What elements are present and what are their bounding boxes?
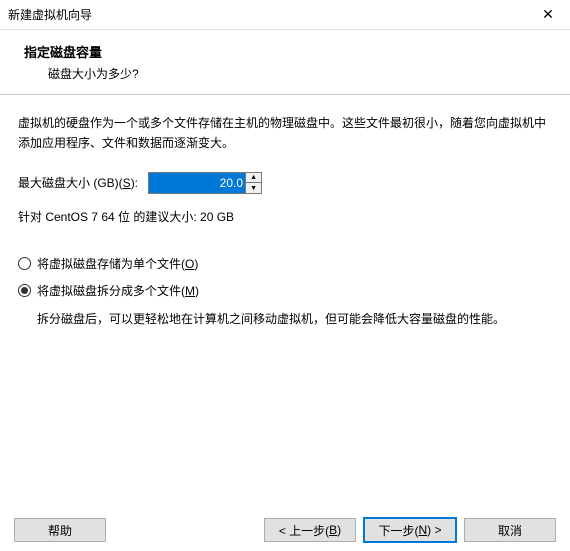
close-icon: ✕ (542, 6, 554, 23)
back-button[interactable]: < 上一步(B) (264, 518, 356, 542)
spinner-down-button[interactable]: ▼ (246, 183, 261, 193)
option-split-files[interactable]: 将虚拟磁盘拆分成多个文件(M) (18, 282, 552, 299)
disk-size-spinner[interactable]: 20.0 ▲ ▼ (148, 172, 262, 194)
disk-size-label: 最大磁盘大小 (GB)(S): (18, 174, 138, 191)
page-subtitle: 磁盘大小为多少? (48, 65, 546, 82)
disk-size-input[interactable]: 20.0 (149, 173, 245, 193)
content-area: 虚拟机的硬盘作为一个或多个文件存储在主机的物理磁盘中。这些文件最初很小，随着您向… (0, 95, 570, 341)
close-button[interactable]: ✕ (526, 0, 570, 30)
recommendation-text: 针对 CentOS 7 64 位 的建议大小: 20 GB (18, 208, 552, 225)
description-text: 虚拟机的硬盘作为一个或多个文件存储在主机的物理磁盘中。这些文件最初很小，随着您向… (18, 113, 552, 154)
wizard-header: 指定磁盘容量 磁盘大小为多少? (0, 30, 570, 95)
titlebar: 新建虚拟机向导 ✕ (0, 0, 570, 30)
next-button[interactable]: 下一步(N) > (364, 518, 456, 542)
button-bar: 帮助 < 上一步(B) 下一步(N) > 取消 (0, 509, 570, 551)
cancel-button[interactable]: 取消 (464, 518, 556, 542)
option-single-file[interactable]: 将虚拟磁盘存储为单个文件(O) (18, 255, 552, 272)
option-split-label: 将虚拟磁盘拆分成多个文件(M) (37, 282, 199, 299)
disk-size-row: 最大磁盘大小 (GB)(S): 20.0 ▲ ▼ (18, 172, 552, 194)
option-single-label: 将虚拟磁盘存储为单个文件(O) (37, 255, 198, 272)
page-title: 指定磁盘容量 (24, 42, 546, 61)
radio-icon (18, 257, 31, 270)
option-split-description: 拆分磁盘后，可以更轻松地在计算机之间移动虚拟机，但可能会降低大容量磁盘的性能。 (37, 309, 552, 329)
storage-options: 将虚拟磁盘存储为单个文件(O) 将虚拟磁盘拆分成多个文件(M) 拆分磁盘后，可以… (18, 255, 552, 329)
window-title: 新建虚拟机向导 (8, 6, 92, 23)
spinner-buttons: ▲ ▼ (245, 173, 261, 193)
spinner-up-button[interactable]: ▲ (246, 173, 261, 184)
radio-icon-checked (18, 284, 31, 297)
help-button[interactable]: 帮助 (14, 518, 106, 542)
